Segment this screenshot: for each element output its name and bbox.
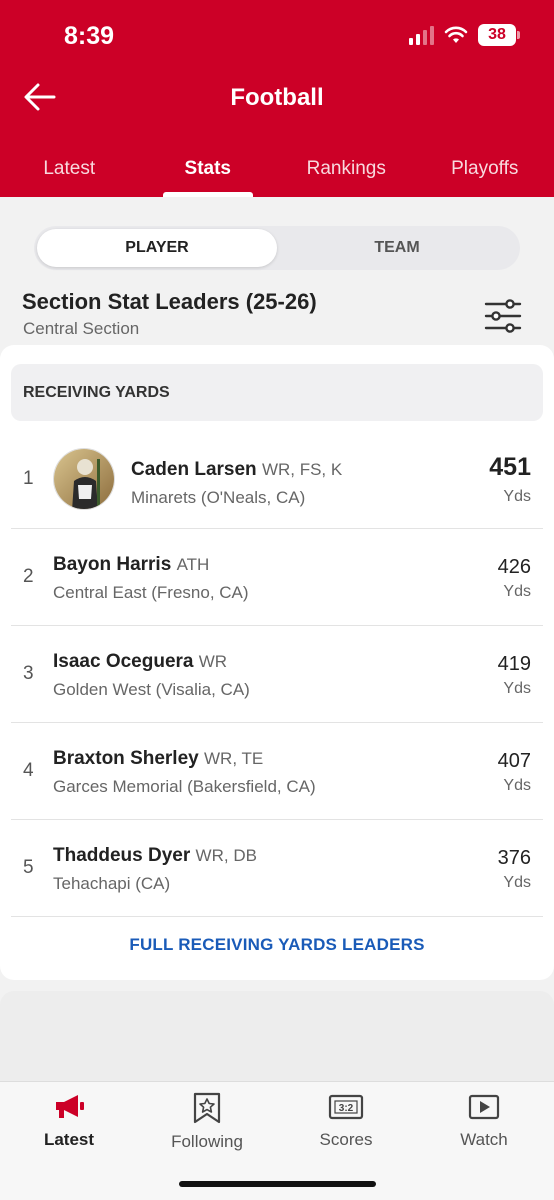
rank-number: 3 — [23, 663, 34, 684]
player-positions: WR, TE — [204, 749, 264, 768]
nav-watch[interactable]: Watch — [415, 1092, 553, 1150]
player-school: Central East (Fresno, CA) — [53, 583, 249, 602]
segment-team[interactable]: TEAM — [277, 229, 517, 267]
page-title: Football — [230, 84, 324, 111]
tab-latest[interactable]: Latest — [0, 150, 139, 197]
nav-label: Latest — [43, 1130, 95, 1149]
wifi-icon — [444, 26, 468, 43]
player-positions: WR, FS, K — [261, 460, 343, 479]
stat-value: 407 — [497, 750, 531, 772]
player-name-text: Isaac Oceguera — [53, 651, 194, 672]
player-name-text: Thaddeus Dyer — [53, 845, 191, 866]
nav-scores[interactable]: 3:2 Scores — [277, 1092, 415, 1150]
tab-playoffs[interactable]: Playoffs — [416, 150, 554, 197]
leader-row[interactable]: 3 Isaac Oceguera WR Golden West (Visalia… — [11, 626, 543, 723]
status-icons: 38 — [409, 24, 520, 46]
player-name-text: Caden Larsen — [131, 459, 257, 480]
tab-stats[interactable]: Stats — [139, 150, 278, 197]
category-header: RECEIVING YARDS — [11, 364, 543, 421]
player-team-toggle: PLAYER TEAM — [34, 226, 520, 270]
nav-label: Watch — [460, 1130, 508, 1149]
leaders-card: RECEIVING YARDS 1 Caden Larsen WR, FS, K… — [0, 345, 554, 980]
player-name: Braxton Sherley WR, TE — [53, 748, 263, 770]
nav-following[interactable]: Following — [138, 1092, 276, 1152]
sliders-icon — [484, 299, 522, 333]
segment-player[interactable]: PLAYER — [37, 229, 277, 267]
player-name: Bayon Harris ATH — [53, 554, 209, 576]
status-time: 8:39 — [64, 22, 115, 50]
svg-text:3:2: 3:2 — [339, 1103, 354, 1114]
player-positions: ATH — [176, 555, 210, 574]
category-label: RECEIVING YARDS — [23, 384, 170, 401]
stat-unit: Yds — [503, 777, 531, 794]
player-name: Isaac Oceguera WR — [53, 651, 227, 673]
player-positions: WR — [198, 652, 228, 671]
play-icon — [468, 1094, 500, 1120]
rank-number: 1 — [23, 468, 34, 489]
section-subtitle: Central Section — [23, 319, 140, 338]
player-name-text: Bayon Harris — [53, 554, 172, 575]
app-header: 8:39 38 Football Latest Stats Rankings P… — [0, 0, 554, 197]
battery-icon: 38 — [478, 24, 520, 46]
full-leaders-link[interactable]: FULL RECEIVING YARDS LEADERS — [0, 935, 554, 955]
player-school: Golden West (Visalia, CA) — [53, 680, 250, 699]
stat-value: 419 — [497, 653, 531, 675]
player-name-text: Braxton Sherley — [53, 748, 199, 769]
bookmark-star-icon — [193, 1092, 221, 1124]
cellular-signal-icon — [409, 25, 434, 45]
leader-row[interactable]: 2 Bayon Harris ATH Central East (Fresno,… — [11, 529, 543, 626]
nav-latest[interactable]: Latest — [0, 1092, 138, 1150]
stat-unit: Yds — [503, 488, 531, 505]
scoreboard-icon: 3:2 — [328, 1094, 364, 1120]
stat-value: 426 — [497, 556, 531, 578]
stat-unit: Yds — [503, 874, 531, 891]
stats-content: PLAYER TEAM Section Stat Leaders (25-26)… — [0, 197, 554, 1081]
rank-number: 4 — [23, 760, 34, 781]
stat-value: 376 — [497, 847, 531, 869]
megaphone-icon — [56, 1095, 84, 1118]
player-name: Thaddeus Dyer WR, DB — [53, 845, 257, 867]
rank-number: 5 — [23, 857, 34, 878]
next-card-placeholder — [0, 991, 554, 1081]
leader-row[interactable]: 4 Braxton Sherley WR, TE Garces Memorial… — [11, 723, 543, 820]
filter-button[interactable] — [484, 299, 522, 333]
stat-value: 451 — [489, 453, 531, 481]
leader-row[interactable]: 1 Caden Larsen WR, FS, K Minarets (O'Nea… — [11, 432, 543, 529]
tab-bar: Latest Stats Rankings Playoffs — [0, 150, 554, 197]
player-school: Garces Memorial (Bakersfield, CA) — [53, 777, 316, 796]
home-indicator — [179, 1181, 376, 1187]
player-avatar — [53, 448, 115, 510]
stat-unit: Yds — [503, 583, 531, 600]
section-title: Section Stat Leaders (25-26) — [22, 289, 317, 314]
player-name: Caden Larsen WR, FS, K — [131, 459, 342, 481]
player-school: Minarets (O'Neals, CA) — [131, 488, 306, 507]
nav-label: Scores — [319, 1130, 373, 1149]
stat-unit: Yds — [503, 680, 531, 697]
player-photo — [54, 449, 114, 509]
nav-label: Following — [171, 1132, 243, 1151]
player-school: Tehachapi (CA) — [53, 874, 171, 893]
leader-row[interactable]: 5 Thaddeus Dyer WR, DB Tehachapi (CA) 37… — [11, 820, 543, 917]
player-positions: WR, DB — [195, 846, 257, 865]
rank-number: 2 — [23, 566, 34, 587]
tab-rankings[interactable]: Rankings — [277, 150, 416, 197]
